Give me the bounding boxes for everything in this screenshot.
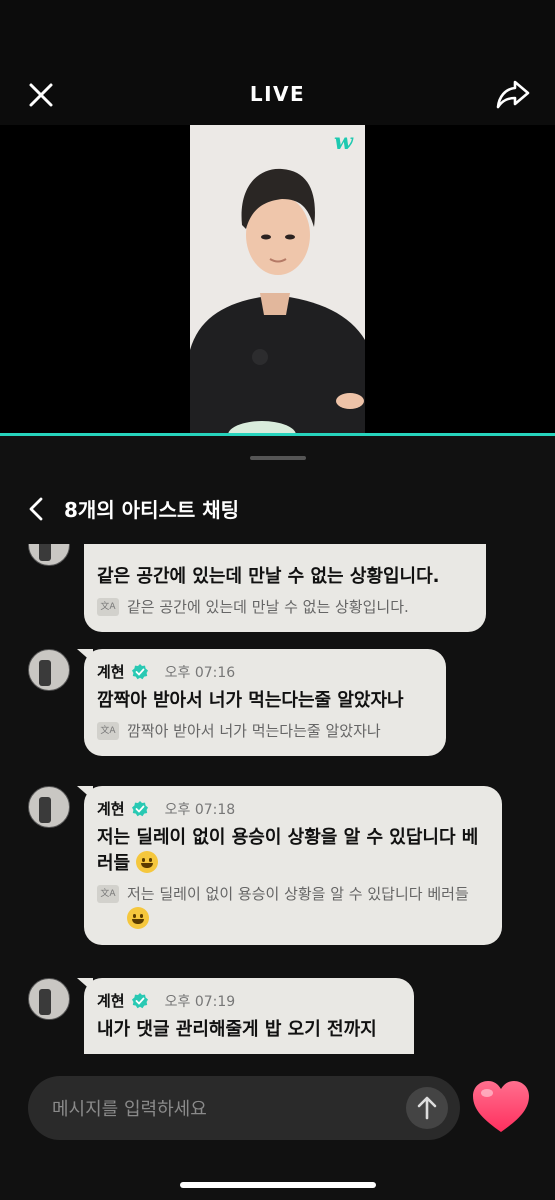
home-indicator	[180, 1182, 376, 1188]
translation-text: 깜짝아 받아서 너가 먹는다는줄 알았자나	[127, 722, 381, 740]
message-bubble: 계현 오후 07:16 깜짝아 받아서 너가 먹는다는줄 알았자나 文A 깜짝아…	[77, 649, 446, 756]
avatar[interactable]	[28, 786, 70, 828]
bubble-tail	[77, 786, 93, 800]
verified-badge-icon	[131, 663, 148, 679]
message-time: 오후 07:19	[164, 993, 236, 1010]
translation-row: 文A 깜짝아 받아서 너가 먹는다는줄 알았자나	[97, 718, 432, 744]
grinning-face-emoji-icon	[136, 851, 159, 873]
avatar[interactable]	[28, 649, 70, 691]
message-meta: 계현 오후 07:19	[97, 990, 400, 1011]
avatar[interactable]	[28, 544, 70, 566]
message-bubble: 계현 오후 07:19 내가 댓글 관리해줄게 밥 오기 전까지	[77, 978, 414, 1054]
chat-header: 8개의 아티스트 채팅	[0, 491, 555, 527]
share-icon[interactable]	[495, 76, 531, 112]
message-time: 오후 07:16	[164, 664, 236, 681]
translation-text: 저는 딜레이 없이 용승이 상황을 알 수 있답니다 베러들	[127, 885, 469, 903]
translation-row: 文A 같은 공간에 있는데 만날 수 없는 상황입니다.	[97, 594, 472, 620]
message-composer	[28, 1076, 460, 1140]
message-list[interactable]: 같은 공간에 있는데 만날 수 없는 상황입니다. 文A 같은 공간에 있는데 …	[0, 544, 555, 1054]
translate-icon: 文A	[97, 598, 119, 616]
send-button[interactable]	[406, 1087, 448, 1129]
weverse-logo: w	[334, 129, 353, 155]
translation-text: 같은 공간에 있는데 만날 수 없는 상황입니다.	[127, 598, 409, 616]
verified-badge-icon	[131, 992, 148, 1008]
top-bar: LIVE	[0, 0, 555, 125]
streamer-image	[190, 125, 365, 433]
author-name: 계현	[97, 800, 125, 818]
chat-panel: 8개의 아티스트 채팅 같은 공간에 있는데 만날 수 없는 상황입니다. 文A…	[0, 436, 555, 1200]
message-text: 깜짝아 받아서 너가 먹는다는줄 알았자나	[97, 690, 404, 711]
drag-handle[interactable]	[250, 456, 306, 460]
message-text: 같은 공간에 있는데 만날 수 없는 상황입니다.	[97, 566, 440, 587]
arrow-up-icon	[417, 1096, 437, 1120]
verified-badge-icon	[131, 800, 148, 816]
chat-title: 8개의 아티스트 채팅	[64, 498, 240, 522]
translation-text-wrapper: 저는 딜레이 없이 용승이 상황을 알 수 있답니다 베러들	[127, 881, 488, 933]
translate-icon: 文A	[97, 722, 119, 740]
translate-icon: 文A	[97, 885, 119, 903]
avatar[interactable]	[28, 978, 70, 1020]
heart-button-icon[interactable]	[470, 1078, 532, 1136]
message-bubble: 계현 오후 07:18 저는 딜레이 없이 용승이 상황을 알 수 있답니다 베…	[77, 786, 502, 945]
page-title: LIVE	[249, 82, 306, 106]
live-video-area[interactable]: w	[0, 125, 555, 433]
message-bubble: 같은 공간에 있는데 만날 수 없는 상황입니다. 文A 같은 공간에 있는데 …	[84, 544, 486, 632]
message-meta: 계현 오후 07:16	[97, 661, 432, 682]
translation-row: 文A 저는 딜레이 없이 용승이 상황을 알 수 있답니다 베러들	[97, 881, 488, 933]
bubble-tail	[77, 649, 93, 663]
grinning-face-emoji-icon	[127, 907, 149, 929]
message-text: 저는 딜레이 없이 용승이 상황을 알 수 있답니다 베러들	[97, 825, 488, 877]
message-text: 내가 댓글 관리해줄게 밥 오기 전까지	[97, 1019, 377, 1040]
bubble-tail	[77, 978, 93, 992]
author-name: 계현	[97, 992, 125, 1010]
message-time: 오후 07:18	[164, 801, 236, 818]
video-stream[interactable]: w	[190, 125, 365, 433]
author-name: 계현	[97, 663, 125, 681]
message-input[interactable]	[52, 1096, 392, 1122]
chevron-left-icon[interactable]	[24, 495, 50, 523]
message-meta: 계현 오후 07:18	[97, 798, 488, 819]
